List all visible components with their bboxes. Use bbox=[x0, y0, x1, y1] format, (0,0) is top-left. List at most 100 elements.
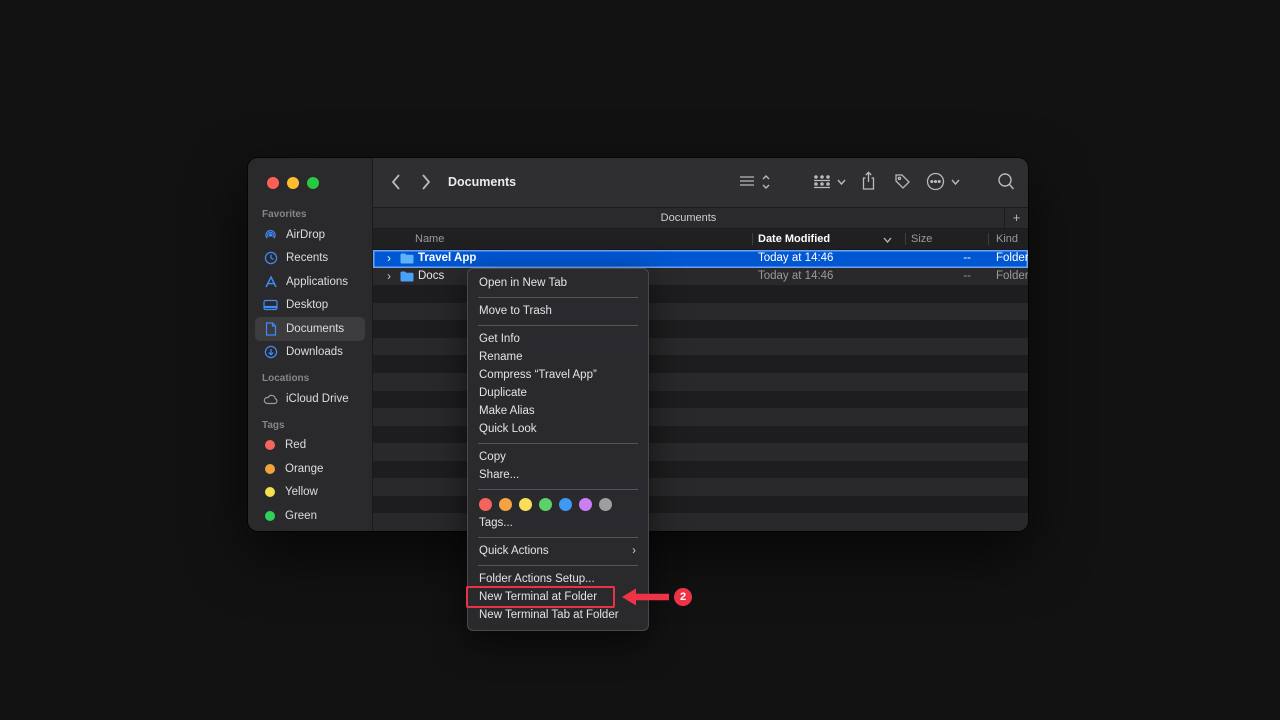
sort-chevron-icon bbox=[883, 236, 892, 244]
file-name: Travel App bbox=[418, 250, 476, 268]
menu-item-tags[interactable]: Tags... bbox=[468, 514, 648, 532]
sidebar-item-tag-orange[interactable]: Orange bbox=[255, 457, 365, 481]
tag-orange-icon bbox=[265, 464, 275, 474]
menu-item-new-terminal-tab-at-folder[interactable]: New Terminal Tab at Folder bbox=[468, 606, 648, 624]
file-date: Today at 14:46 bbox=[758, 250, 833, 268]
more-actions-icon[interactable] bbox=[926, 172, 945, 191]
sidebar-item-label: AirDrop bbox=[286, 229, 325, 241]
tag-color-green[interactable] bbox=[539, 498, 552, 511]
desktop-icon bbox=[262, 297, 279, 314]
sidebar-item-label: Downloads bbox=[286, 346, 343, 358]
sidebar-item-tag-yellow[interactable]: Yellow bbox=[255, 481, 365, 505]
list-view-icon[interactable] bbox=[739, 175, 755, 189]
menu-separator bbox=[478, 297, 638, 298]
file-row-travel-app[interactable]: › Travel App Today at 14:46 -- Folder bbox=[373, 250, 1028, 268]
airdrop-icon bbox=[262, 226, 279, 243]
menu-item-make-alias[interactable]: Make Alias bbox=[468, 402, 648, 420]
tag-color-blue[interactable] bbox=[559, 498, 572, 511]
zoom-window-button[interactable] bbox=[307, 177, 319, 189]
menu-item-move-to-trash[interactable]: Move to Trash bbox=[468, 302, 648, 320]
tag-color-red[interactable] bbox=[479, 498, 492, 511]
column-header-date-modified[interactable]: Date Modified bbox=[758, 229, 830, 249]
sidebar-section-locations: Locations bbox=[262, 373, 365, 384]
group-by-icon[interactable] bbox=[813, 174, 831, 190]
applications-icon bbox=[262, 273, 279, 290]
sidebar-item-recents[interactable]: Recents bbox=[255, 247, 365, 271]
sidebar-item-label: Green bbox=[285, 510, 317, 522]
sidebar-item-tag-green[interactable]: Green bbox=[255, 504, 365, 528]
menu-separator bbox=[478, 537, 638, 538]
document-icon bbox=[262, 320, 279, 337]
folder-icon bbox=[400, 271, 414, 282]
menu-separator bbox=[478, 489, 638, 490]
menu-item-quick-look[interactable]: Quick Look bbox=[468, 420, 648, 438]
close-window-button[interactable] bbox=[267, 177, 279, 189]
tag-color-yellow[interactable] bbox=[519, 498, 532, 511]
disclosure-chevron-icon[interactable]: › bbox=[387, 268, 391, 286]
column-header-size[interactable]: Size bbox=[911, 229, 932, 249]
window-controls bbox=[248, 158, 372, 200]
tag-color-gray[interactable] bbox=[599, 498, 612, 511]
tag-yellow-icon bbox=[265, 487, 275, 497]
sidebar-item-tag-red[interactable]: Red bbox=[255, 434, 365, 458]
menu-separator bbox=[478, 325, 638, 326]
menu-item-rename[interactable]: Rename bbox=[468, 348, 648, 366]
view-updown-chevron-icon[interactable] bbox=[761, 172, 771, 192]
menu-item-get-info[interactable]: Get Info bbox=[468, 330, 648, 348]
menu-separator bbox=[478, 565, 638, 566]
sidebar-item-applications[interactable]: Applications bbox=[255, 270, 365, 294]
menu-item-open-in-new-tab[interactable]: Open in New Tab bbox=[468, 274, 648, 292]
file-name: Docs bbox=[418, 268, 444, 286]
disclosure-chevron-icon[interactable]: › bbox=[387, 250, 391, 268]
tag-red-icon bbox=[265, 440, 275, 450]
annotation-step-badge: 2 bbox=[674, 588, 692, 606]
menu-separator bbox=[478, 443, 638, 444]
back-button[interactable] bbox=[391, 173, 401, 191]
search-icon[interactable] bbox=[997, 172, 1015, 191]
tag-color-purple[interactable] bbox=[579, 498, 592, 511]
menu-item-new-terminal-at-folder[interactable]: New Terminal at Folder 2 bbox=[468, 588, 648, 606]
clock-icon bbox=[262, 250, 279, 267]
more-actions-chevron-icon[interactable] bbox=[951, 178, 960, 186]
column-headers: Name Date Modified Size Kind bbox=[373, 229, 1028, 250]
new-tab-button[interactable]: + bbox=[1004, 208, 1028, 228]
window-title: Documents bbox=[448, 158, 516, 207]
sidebar-item-documents[interactable]: Documents bbox=[255, 317, 365, 341]
annotation-arrow: 2 bbox=[620, 587, 770, 607]
menu-item-folder-actions-setup[interactable]: Folder Actions Setup... bbox=[468, 570, 648, 588]
file-date: Today at 14:46 bbox=[758, 268, 833, 286]
sidebar-item-desktop[interactable]: Desktop bbox=[255, 294, 365, 318]
tab-documents[interactable]: Documents bbox=[373, 208, 1004, 228]
sidebar-section-tags: Tags bbox=[262, 420, 365, 431]
downloads-icon bbox=[262, 344, 279, 361]
tag-icon[interactable] bbox=[894, 173, 911, 190]
file-size: -- bbox=[905, 250, 971, 268]
tag-green-icon bbox=[265, 511, 275, 521]
sidebar-item-label: iCloud Drive bbox=[286, 393, 349, 405]
menu-item-compress[interactable]: Compress “Travel App” bbox=[468, 366, 648, 384]
tag-color-orange[interactable] bbox=[499, 498, 512, 511]
menu-item-quick-actions[interactable]: Quick Actions › bbox=[468, 542, 648, 560]
share-icon[interactable] bbox=[861, 171, 876, 191]
minimize-window-button[interactable] bbox=[287, 177, 299, 189]
sidebar-item-icloud-drive[interactable]: iCloud Drive bbox=[255, 387, 365, 411]
menu-item-duplicate[interactable]: Duplicate bbox=[468, 384, 648, 402]
folder-icon bbox=[400, 253, 414, 264]
group-by-chevron-icon[interactable] bbox=[837, 178, 846, 186]
sidebar-item-label: Recents bbox=[286, 252, 328, 264]
file-size: -- bbox=[905, 268, 971, 286]
menu-item-share[interactable]: Share... bbox=[468, 466, 648, 484]
column-header-kind[interactable]: Kind bbox=[996, 229, 1018, 249]
sidebar-item-downloads[interactable]: Downloads bbox=[255, 341, 365, 365]
column-header-name[interactable]: Name bbox=[415, 229, 444, 249]
forward-button[interactable] bbox=[421, 173, 431, 191]
toolbar: Documents bbox=[373, 158, 1028, 207]
context-menu: Open in New Tab Move to Trash Get Info R… bbox=[467, 268, 649, 631]
sidebar-item-airdrop[interactable]: AirDrop bbox=[255, 223, 365, 247]
menu-item-copy[interactable]: Copy bbox=[468, 448, 648, 466]
submenu-chevron-icon: › bbox=[632, 542, 636, 560]
tag-color-row bbox=[468, 494, 648, 514]
sidebar-item-label: Applications bbox=[286, 276, 348, 288]
tab-bar: Documents + bbox=[373, 207, 1028, 229]
sidebar-item-label: Documents bbox=[286, 323, 344, 335]
